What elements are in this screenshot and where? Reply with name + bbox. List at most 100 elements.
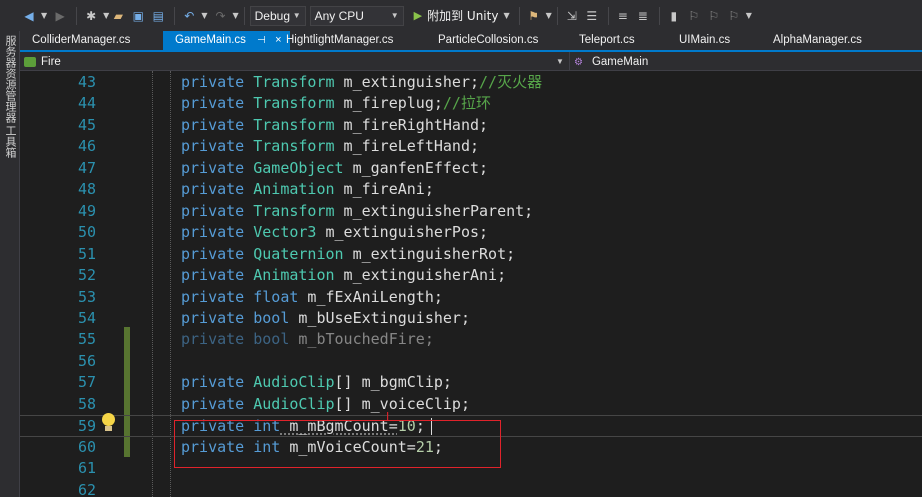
save-icon[interactable]: ▣ xyxy=(129,5,147,27)
code-line[interactable]: 58 private AudioClip[] m_voiceClip; xyxy=(20,394,922,415)
chevron-down-icon: ▼ xyxy=(556,57,564,66)
code-line[interactable]: 52 private Animation m_extinguisherAni; xyxy=(20,265,922,286)
step-into-icon[interactable]: ⇲ xyxy=(563,5,581,27)
mouse-cursor-icon: I xyxy=(386,410,390,423)
next-bookmark-icon[interactable]: ⚐ xyxy=(705,5,723,27)
tab-alpha-manager[interactable]: AlphaManager.cs xyxy=(761,31,862,50)
code-text: private bool m_bTouchedFire; xyxy=(181,329,434,350)
uncomment-lines-icon[interactable]: ≣ xyxy=(634,5,652,27)
code-text: private AudioClip[] m_bgmClip; xyxy=(181,372,452,393)
back-icon[interactable]: ◀ xyxy=(20,5,38,27)
code-identifier: [] m_bgmClip; xyxy=(334,373,452,392)
tab-game-main[interactable]: GameMain.cs ⊣ × xyxy=(163,31,290,50)
code-keyword: private xyxy=(181,394,245,413)
code-line[interactable]: 45 private Transform m_fireRightHand; xyxy=(20,115,922,136)
pin-icon[interactable]: ⊣ xyxy=(257,35,266,46)
code-text: private Transform m_extinguisher;//灭火器 xyxy=(181,72,542,93)
code-line[interactable]: 54 private bool m_bUseExtinguisher; xyxy=(20,308,922,329)
code-line[interactable]: 47 private GameObject m_ganfenEffect; xyxy=(20,158,922,179)
line-number: 47 xyxy=(77,158,96,177)
browser-link-dropdown-icon[interactable]: ▼ xyxy=(546,11,552,20)
project-scope-select[interactable]: Fire ▼ xyxy=(20,53,568,70)
code-line[interactable]: 57 private AudioClip[] m_bgmClip; xyxy=(20,372,922,393)
redo-dropdown-icon[interactable]: ▼ xyxy=(232,11,238,20)
forward-icon[interactable]: ▶ xyxy=(51,5,69,27)
tab-label: Teleport.cs xyxy=(579,34,635,46)
browser-link-icon[interactable]: ⚑ xyxy=(525,5,543,27)
bookmark-icon[interactable]: ▮ xyxy=(665,5,683,27)
code-line[interactable]: 50 private Vector3 m_extinguisherPos; xyxy=(20,222,922,243)
code-identifier: m_bUseExtinguisher; xyxy=(289,308,470,327)
toolbar-separator xyxy=(243,6,245,25)
solution-platform-select[interactable]: Any CPU ▼ xyxy=(309,5,404,26)
prev-bookmark-icon[interactable]: ⚐ xyxy=(685,5,703,27)
tab-teleport[interactable]: Teleport.cs xyxy=(567,31,635,50)
undo-dropdown-icon[interactable]: ▼ xyxy=(201,11,207,20)
toolbar-separator xyxy=(607,6,609,25)
code-identifier: m_extinguisher; xyxy=(334,73,480,91)
code-line[interactable]: 46 private Transform m_fireLeftHand; xyxy=(20,136,922,157)
tab-ui-main[interactable]: UIMain.cs xyxy=(667,31,730,50)
back-dropdown-icon[interactable]: ▼ xyxy=(41,11,47,20)
code-type: bool xyxy=(253,330,290,349)
toolbar-overflow-icon[interactable]: ▼ xyxy=(746,11,752,20)
tab-particle-collosion[interactable]: ParticleCollosion.cs xyxy=(426,31,538,50)
toolbox-tab[interactable]: 工具箱 xyxy=(4,125,17,158)
code-keyword: private xyxy=(181,308,245,327)
code-identifier: [] m_voiceClip; xyxy=(334,394,470,413)
code-line[interactable]: 43 private Transform m_extinguisher;//灭火器 xyxy=(20,72,922,93)
tab-highlight-manager[interactable]: HightlightManager.cs xyxy=(274,31,393,50)
solution-platform-value: Any CPU xyxy=(314,8,364,23)
code-type: Transform xyxy=(253,94,335,113)
tab-label: GameMain.cs xyxy=(175,34,246,46)
code-line[interactable]: 44 private Transform m_fireplug;//拉环 xyxy=(20,93,922,114)
code-line[interactable]: 53 private float m_fExAniLength; xyxy=(20,287,922,308)
lightbulb-base xyxy=(105,426,112,431)
code-keyword: private xyxy=(181,137,245,156)
comment-lines-icon[interactable]: ≡ xyxy=(614,5,632,27)
code-editor[interactable]: 43 private Transform m_extinguisher;//灭火器… xyxy=(20,71,922,497)
code-line[interactable]: 51 private Quaternion m_extinguisherRot; xyxy=(20,244,922,265)
show-threads-icon[interactable]: ☰ xyxy=(583,5,601,27)
code-line[interactable]: 48 private Animation m_fireAni; xyxy=(20,179,922,200)
undo-icon[interactable]: ↶ xyxy=(180,5,198,27)
server-explorer-tab[interactable]: 服务器资源管理器 xyxy=(4,35,17,123)
code-line[interactable]: 56 xyxy=(20,351,922,372)
tab-label: UIMain.cs xyxy=(679,34,731,46)
code-text: private Transform m_fireRightHand; xyxy=(181,115,488,136)
code-identifier: m_fireRightHand; xyxy=(334,115,489,134)
code-text: private AudioClip[] m_voiceClip; xyxy=(181,394,470,415)
line-number: 51 xyxy=(77,244,96,263)
class-icon: ⚙ xyxy=(574,56,583,68)
code-text: private Animation m_fireAni; xyxy=(181,179,434,200)
save-all-icon[interactable]: ▤ xyxy=(149,5,167,27)
type-scope-value: GameMain xyxy=(591,55,649,68)
redo-icon[interactable]: ↷ xyxy=(211,5,229,27)
solution-config-value: Debug xyxy=(254,8,290,23)
code-line[interactable]: 49 private Transform m_extinguisherParent… xyxy=(20,201,922,222)
open-folder-icon[interactable]: ▰ xyxy=(109,5,127,27)
lightbulb-icon[interactable] xyxy=(99,412,117,434)
type-scope-select[interactable]: ⚙ GameMain xyxy=(570,53,922,70)
tab-collider-manager[interactable]: ColliderManager.cs xyxy=(20,31,130,50)
attach-unity-button[interactable]: ▶ 附加到 Unity ▼ xyxy=(414,7,510,24)
code-type: GameObject xyxy=(253,158,344,177)
line-number: 61 xyxy=(77,459,96,478)
clear-bookmarks-icon[interactable]: ⚐ xyxy=(725,5,743,27)
code-line[interactable]: 55 private bool m_bTouchedFire; xyxy=(20,329,922,350)
code-identifier: m_bTouchedFire; xyxy=(289,330,434,349)
chevron-down-icon: ▼ xyxy=(390,11,399,20)
code-line[interactable]: 62 xyxy=(20,480,922,497)
line-number: 43 xyxy=(77,73,96,91)
new-project-icon[interactable]: ✱ xyxy=(82,5,100,27)
main-toolbar: ◀ ▼ ▶ ✱ ▼ ▰ ▣ ▤ ↶ ▼ ↷ ▼ Debug ▼ Any CPU … xyxy=(0,0,922,31)
solution-config-select[interactable]: Debug ▼ xyxy=(249,5,306,26)
line-number: 50 xyxy=(77,223,96,242)
code-keyword: private xyxy=(181,287,245,306)
toolbar-separator xyxy=(76,6,78,25)
code-identifier: m_ganfenEffect; xyxy=(343,158,489,177)
